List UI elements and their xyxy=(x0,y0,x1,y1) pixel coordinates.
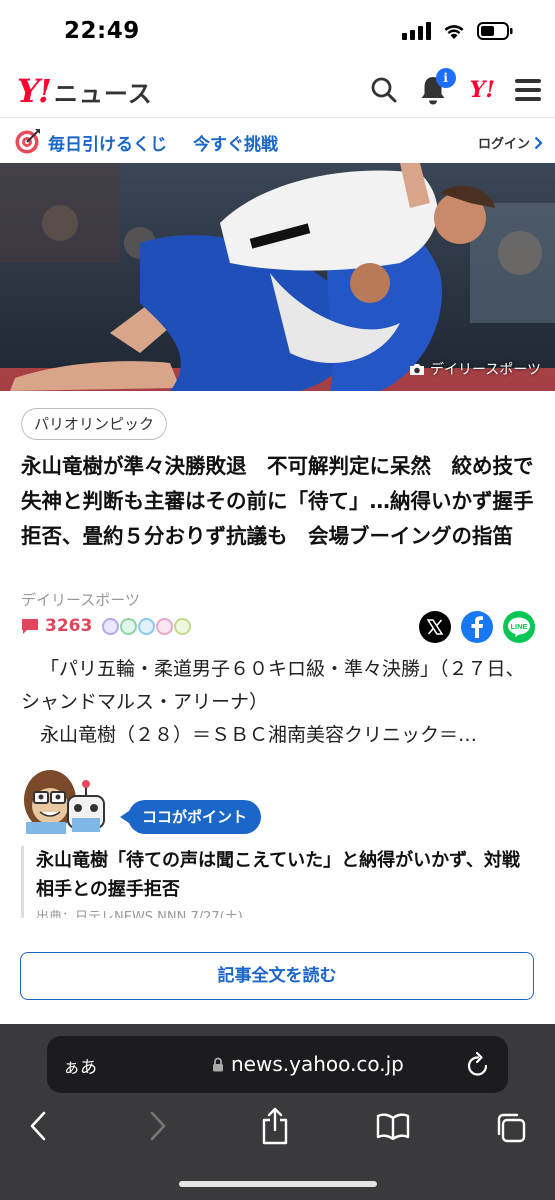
lottery-label[interactable]: 毎日引けるくじ xyxy=(48,130,167,155)
reaction-face-icon xyxy=(156,617,174,635)
logo-y: Y! xyxy=(17,72,52,110)
svg-text:LINE: LINE xyxy=(510,622,527,631)
status-bar: 22:49 xyxy=(0,0,555,62)
yahoo-news-logo[interactable]: Y! ニュース xyxy=(17,72,153,110)
menu-icon[interactable] xyxy=(515,78,541,102)
reaction-face-icon xyxy=(120,617,138,635)
share-icon[interactable] xyxy=(260,1106,290,1146)
battery-icon xyxy=(477,22,513,40)
x-share-button[interactable] xyxy=(419,611,451,643)
forward-icon[interactable] xyxy=(149,1110,167,1142)
search-icon[interactable] xyxy=(370,76,398,104)
photo-credit: デイリースポーツ xyxy=(409,359,541,379)
x-logo-icon xyxy=(427,619,443,635)
bookmarks-icon[interactable] xyxy=(376,1112,410,1140)
reaction-faces xyxy=(102,617,192,635)
target-icon xyxy=(15,129,40,154)
browser-chrome: ぁあ news.yahoo.co.jp xyxy=(0,1024,555,1200)
home-indicator xyxy=(179,1181,377,1187)
lottery-cta[interactable]: 今すぐ挑戦 xyxy=(193,130,278,155)
category-tag[interactable]: パリオリンピック xyxy=(21,408,168,440)
comment-link[interactable]: 3263 xyxy=(21,616,192,636)
notification-badge: i xyxy=(435,68,456,88)
reaction-face-icon xyxy=(138,617,156,635)
login-label: ログイン xyxy=(477,137,530,152)
article-lead-line1: 「パリ五輪・柔道男子６０キロ級・準々決勝」（２７日、シャンドマルス・アリーナ） xyxy=(21,658,525,713)
reaction-face-icon xyxy=(174,617,192,635)
reader-options-button[interactable]: ぁあ xyxy=(63,1053,97,1078)
line-logo-icon: LINE xyxy=(508,617,530,637)
article-lead-line2: 永山竜樹（２８）＝ＳＢＣ湘南美容クリニック＝… xyxy=(40,724,478,746)
comment-icon xyxy=(22,618,38,634)
header-icons: i Y! xyxy=(370,68,541,106)
lottery-bar[interactable]: 毎日引けるくじ 今すぐ挑戦 ログイン xyxy=(0,119,555,163)
point-box[interactable]: 永山竜樹「待ての声は聞こえていた」と納得がいかず、対戦相手との握手拒否 出典：日… xyxy=(21,846,537,918)
back-icon[interactable] xyxy=(29,1110,47,1142)
yahoo-japan-link[interactable]: Y! xyxy=(470,77,495,103)
notification-button[interactable]: i xyxy=(418,68,456,106)
article-lead: 「パリ五輪・柔道男子６０キロ級・準々決勝」（２７日、シャンドマルス・アリーナ） … xyxy=(21,653,539,752)
facebook-share-button[interactable] xyxy=(461,611,493,643)
reaction-face-icon xyxy=(102,617,120,635)
address-bar[interactable]: ぁあ news.yahoo.co.jp xyxy=(47,1036,508,1093)
reload-icon[interactable] xyxy=(466,1051,490,1077)
browser-toolbar xyxy=(0,1107,555,1160)
photo-credit-text: デイリースポーツ xyxy=(429,362,541,378)
share-buttons: LINE xyxy=(419,611,535,643)
site-header: Y! ニュース i Y! xyxy=(0,62,555,118)
login-link[interactable]: ログイン xyxy=(478,133,543,152)
lock-icon xyxy=(213,1057,223,1072)
judo-photo-image xyxy=(0,163,555,391)
wifi-icon xyxy=(444,24,464,39)
article-photo[interactable]: デイリースポーツ xyxy=(0,163,555,391)
point-label: ココがポイント xyxy=(119,800,262,834)
comment-count: 3263 xyxy=(45,616,93,636)
point-source: 出典：日テレNEWS NNN 7/27(土) xyxy=(36,910,243,918)
chevron-right-icon xyxy=(534,136,543,149)
status-indicators xyxy=(402,22,513,40)
line-share-button[interactable]: LINE xyxy=(503,611,535,643)
status-time: 22:49 xyxy=(64,18,140,44)
tabs-icon[interactable] xyxy=(495,1112,527,1144)
cellular-signal-icon xyxy=(402,22,431,40)
url-text: news.yahoo.co.jp xyxy=(231,1052,404,1076)
camera-icon xyxy=(409,363,424,375)
logo-news: ニュース xyxy=(53,80,153,108)
read-full-article-button[interactable]: 記事全文を読む xyxy=(20,952,534,1000)
point-title: 永山竜樹「待ての声は聞こえていた」と納得がいかず、対戦相手との握手拒否 xyxy=(36,850,520,900)
facebook-logo-icon xyxy=(471,616,483,638)
article-source[interactable]: デイリースポーツ xyxy=(21,589,140,610)
mascot-characters-icon xyxy=(24,770,105,834)
article-headline: 永山竜樹が準々決勝敗退 不可解判定に呆然 絞め技で失神と判断も主審はその前に「待… xyxy=(21,454,534,548)
